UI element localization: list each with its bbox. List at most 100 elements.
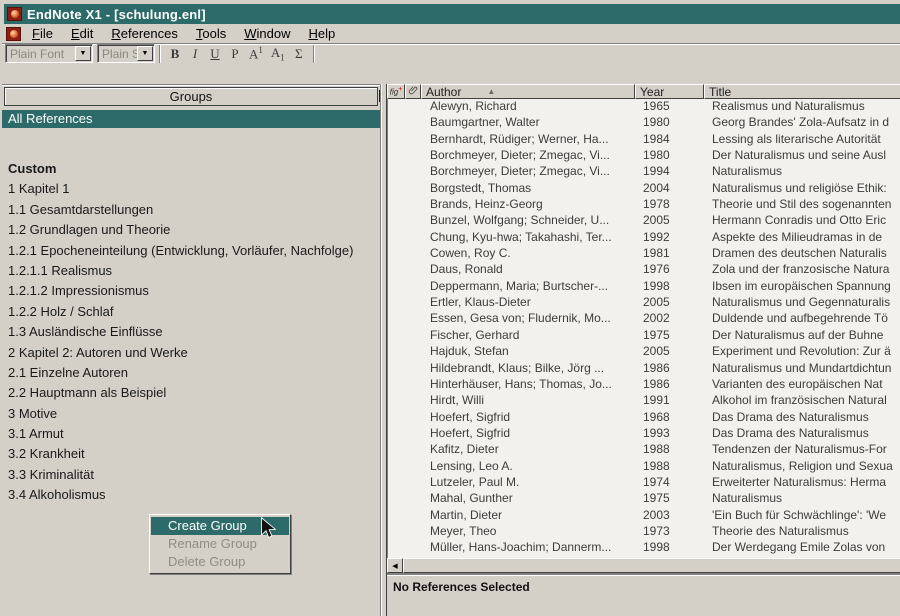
bold-button[interactable]: B (165, 45, 185, 63)
table-row[interactable]: Lutzeler, Paul M.1974Erweiterter Natural… (388, 475, 900, 491)
figure-cell (388, 393, 406, 409)
group-item-3-1-armut[interactable]: 3.1 Armut (2, 424, 380, 444)
groups-list: All References Custom1 Kapitel 11.1 Gesam… (2, 106, 380, 506)
column-header-attachment[interactable] (405, 84, 421, 99)
table-row[interactable]: Hirdt, Willi1991Alkohol im französischen… (388, 393, 900, 409)
figure-cell (388, 540, 406, 556)
menu-references[interactable]: References (102, 25, 186, 42)
table-row[interactable]: Müller, Hans-Joachim; Dannerm...1998Der … (388, 540, 900, 556)
group-item-1-3-ausl-ndische-einfl-sse[interactable]: 1.3 Ausländische Einflüsse (2, 322, 380, 342)
table-row[interactable]: Bunzel, Wolfgang; Schneider, U...2005Her… (388, 213, 900, 229)
size-select[interactable]: Plain Size ▼ (97, 44, 155, 63)
group-item-2-2-hauptmann-als-beispiel[interactable]: 2.2 Hauptmann als Beispiel (2, 383, 380, 403)
figure-cell (388, 230, 406, 246)
chevron-down-icon[interactable]: ▼ (75, 46, 91, 61)
year-cell: 1986 (636, 377, 705, 393)
table-row[interactable]: Borchmeyer, Dieter; Zmegac, Vi...1980Der… (388, 148, 900, 164)
table-row[interactable]: Martin, Dieter2003'Ein Buch für Schwächl… (388, 508, 900, 524)
table-row[interactable]: Lensing, Leo A.1988Naturalismus, Religio… (388, 459, 900, 475)
menu-file[interactable]: File (23, 25, 62, 42)
author-cell: Borchmeyer, Dieter; Zmegac, Vi... (422, 148, 636, 164)
table-row[interactable]: Brands, Heinz-Georg1978Theorie und Stil … (388, 197, 900, 213)
year-cell: 1974 (636, 475, 705, 491)
font-select[interactable]: Plain Font ▼ (5, 44, 93, 63)
group-item-all-references[interactable]: All References (2, 110, 380, 128)
groups-panel-header: Groups (4, 87, 378, 106)
group-item-1-2-1-1-realismus[interactable]: 1.2.1.1 Realismus (2, 261, 380, 281)
table-row[interactable]: Deppermann, Maria; Burtscher-...1998Ibse… (388, 279, 900, 295)
figure-cell (388, 197, 406, 213)
table-row[interactable]: Ertler, Klaus-Dieter2005Naturalismus und… (388, 295, 900, 311)
figure-cell (388, 279, 406, 295)
author-cell: Essen, Gesa von; Fludernik, Mo... (422, 311, 636, 327)
scroll-left-button[interactable]: ◀ (387, 558, 403, 573)
group-item-3-3-kriminalit-t[interactable]: 3.3 Kriminalität (2, 465, 380, 485)
scrollbar-thumb[interactable] (403, 558, 900, 573)
author-cell: Brands, Heinz-Georg (422, 197, 636, 213)
menu-window[interactable]: Window (235, 25, 299, 42)
menu-edit[interactable]: Edit (62, 25, 102, 42)
table-row[interactable]: Kafitz, Dieter1988Tendenzen der Naturali… (388, 442, 900, 458)
author-cell: Martin, Dieter (422, 508, 636, 524)
table-row[interactable]: Hoefert, Sigfrid1968Das Drama des Natura… (388, 410, 900, 426)
table-row[interactable]: Hoefert, Sigfrid1993Das Drama des Natura… (388, 426, 900, 442)
column-header-figure[interactable]: fig+ (387, 84, 405, 99)
table-row[interactable]: Mahal, Gunther1975Naturalismus (388, 491, 900, 507)
table-row[interactable]: Fischer, Gerhard1975Der Naturalismus auf… (388, 328, 900, 344)
table-row[interactable]: Alewyn, Richard1965Realismus und Natural… (388, 99, 900, 115)
group-item-1-2-1-epocheneinteilung-entwicklung-vorl-ufer-nachfolge[interactable]: 1.2.1 Epocheneinteilung (Entwicklung, Vo… (2, 241, 380, 261)
title-cell: Hermann Conradis und Otto Eric (705, 213, 900, 229)
group-item-1-1-gesamtdarstellungen[interactable]: 1.1 Gesamtdarstellungen (2, 200, 380, 220)
table-row[interactable]: Bernhardt, Rüdiger; Werner, Ha...1984Les… (388, 132, 900, 148)
table-row[interactable]: Hildebrandt, Klaus; Bilke, Jörg ...1986N… (388, 361, 900, 377)
table-row[interactable]: Cowen, Roy C.1981Dramen des deutschen Na… (388, 246, 900, 262)
title-cell: Lessing als literarische Autorität (705, 132, 900, 148)
subscript-button[interactable]: A1 (267, 45, 289, 63)
year-cell: 1973 (636, 524, 705, 540)
group-item-1-kapitel-1[interactable]: 1 Kapitel 1 (2, 179, 380, 199)
table-row[interactable]: Daus, Ronald1976Zola und der franzosisch… (388, 262, 900, 278)
table-row[interactable]: Chung, Kyu-hwa; Takahashi, Ter...1992Asp… (388, 230, 900, 246)
horizontal-scrollbar[interactable]: ◀ (387, 558, 900, 573)
group-item-custom[interactable]: Custom (2, 159, 380, 179)
table-row[interactable]: Borchmeyer, Dieter; Zmegac, Vi...1994Nat… (388, 164, 900, 180)
attachment-cell (406, 377, 422, 393)
figure-cell (388, 361, 406, 377)
figure-cell (388, 246, 406, 262)
table-row[interactable]: Meyer, Theo1973Theorie des Naturalismus (388, 524, 900, 540)
reference-list: Alewyn, Richard1965Realismus und Natural… (387, 99, 900, 558)
panel-splitter[interactable] (380, 84, 387, 616)
group-item-1-2-grundlagen-und-theorie[interactable]: 1.2 Grundlagen und Theorie (2, 220, 380, 240)
year-cell: 1984 (636, 132, 705, 148)
year-cell: 1988 (636, 442, 705, 458)
library-document-icon[interactable] (6, 27, 21, 41)
column-header-author[interactable]: Author ▲ (421, 84, 635, 99)
chevron-down-icon[interactable]: ▼ (137, 46, 153, 61)
group-item-3-4-alkoholismus[interactable]: 3.4 Alkoholismus (2, 485, 380, 505)
group-item-1-2-2-holz-schlaf[interactable]: 1.2.2 Holz / Schlaf (2, 302, 380, 322)
plain-text-button[interactable]: P (225, 45, 245, 63)
table-row[interactable]: Baumgartner, Walter1980Georg Brandes' Zo… (388, 115, 900, 131)
group-item-1-2-1-2-impressionismus[interactable]: 1.2.1.2 Impressionismus (2, 281, 380, 301)
attachment-cell (406, 148, 422, 164)
table-row[interactable]: Hajduk, Stefan2005Experiment und Revolut… (388, 344, 900, 360)
underline-button[interactable]: U (205, 45, 225, 63)
menu-tools[interactable]: Tools (187, 25, 235, 42)
symbol-button[interactable]: Σ (289, 45, 309, 63)
author-cell: Chung, Kyu-hwa; Takahashi, Ter... (422, 230, 636, 246)
menu-help[interactable]: Help (299, 25, 344, 42)
group-item-3-motive[interactable]: 3 Motive (2, 404, 380, 424)
column-header-year[interactable]: Year (635, 84, 704, 99)
italic-button[interactable]: I (185, 45, 205, 63)
group-item-2-kapitel-2-autoren-und-werke[interactable]: 2 Kapitel 2: Autoren und Werke (2, 343, 380, 363)
group-item-3-2-krankheit[interactable]: 3.2 Krankheit (2, 444, 380, 464)
group-item-2-1-einzelne-autoren[interactable]: 2.1 Einzelne Autoren (2, 363, 380, 383)
figure-cell (388, 475, 406, 491)
column-header-title[interactable]: Title (704, 84, 900, 99)
table-row[interactable]: Borgstedt, Thomas2004Naturalismus und re… (388, 181, 900, 197)
table-row[interactable]: Hinterhäuser, Hans; Thomas, Jo...1986Var… (388, 377, 900, 393)
attachment-cell (406, 442, 422, 458)
superscript-button[interactable]: A1 (245, 45, 267, 63)
attachment-cell (406, 262, 422, 278)
table-row[interactable]: Essen, Gesa von; Fludernik, Mo...2002Dul… (388, 311, 900, 327)
